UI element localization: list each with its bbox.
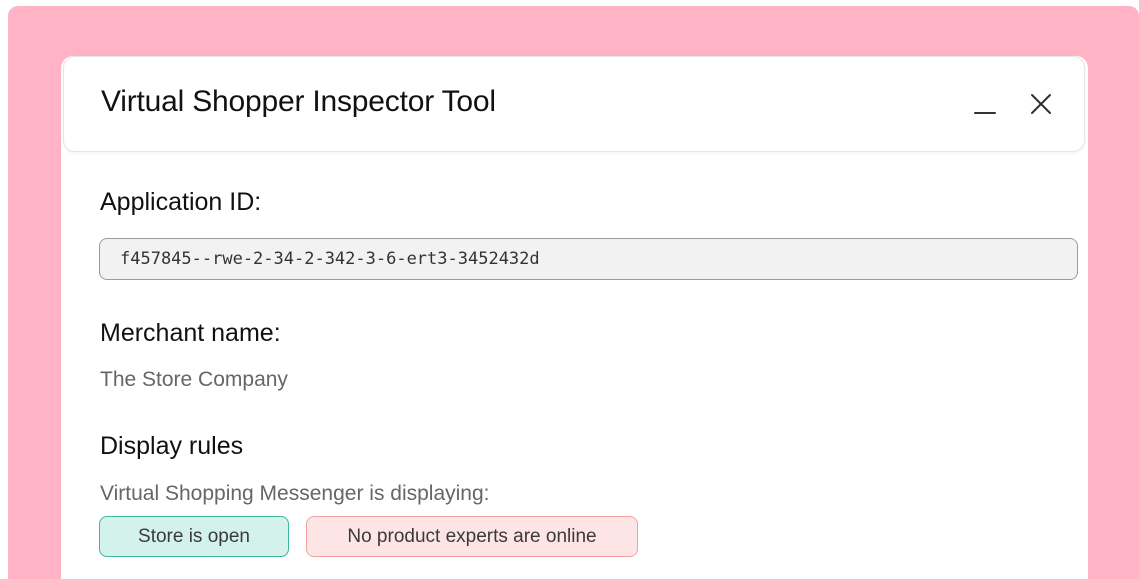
inspector-panel: Virtual Shopper Inspector Tool Applicati… [61,56,1088,579]
status-badge-label: No product experts are online [347,525,597,547]
application-id-field[interactable]: f457845--rwe-2-34-2-342-3-6-ert3-3452432… [99,238,1078,280]
status-badge-label: Store is open [138,525,250,547]
application-id-value: f457845--rwe-2-34-2-342-3-6-ert3-3452432… [120,249,540,269]
panel-title: Virtual Shopper Inspector Tool [101,85,496,118]
panel-header: Virtual Shopper Inspector Tool [63,56,1085,152]
status-badge-store-open: Store is open [99,516,289,557]
merchant-name-label: Merchant name: [100,319,281,347]
merchant-name-value: The Store Company [100,368,288,391]
status-badge-experts-offline: No product experts are online [306,516,638,557]
minimize-button[interactable] [970,89,1000,119]
display-rules-heading: Display rules [100,432,244,460]
close-icon [1031,94,1051,114]
minimize-icon [974,112,996,114]
application-id-label: Application ID: [100,188,262,216]
close-button[interactable] [1026,89,1056,119]
display-rules-description: Virtual Shopping Messenger is displaying… [100,482,490,505]
